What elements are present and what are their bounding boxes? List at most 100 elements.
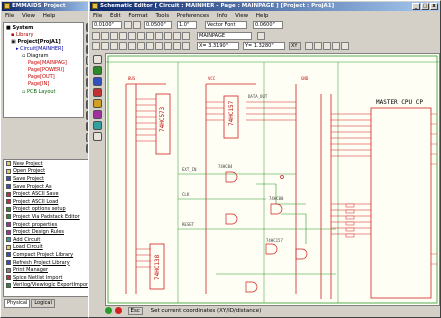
junction-icon[interactable] [101, 42, 109, 50]
action-item[interactable]: Spice Netlist Import [4, 274, 95, 282]
status-ok-icon[interactable] [105, 307, 112, 314]
tree-pcb-layout[interactable]: ▫ PCB Layout [22, 89, 56, 95]
minimize-button[interactable]: _ [412, 3, 420, 10]
tab-physical[interactable]: Physical [4, 299, 31, 308]
port-icon[interactable] [110, 42, 118, 50]
text-size-field[interactable]: 0.0600" [253, 21, 283, 29]
chip-master-cpu[interactable] [370, 107, 432, 299]
tree-page-main[interactable]: Page[MAINPAG] [28, 60, 67, 66]
action-item[interactable]: Open Project [4, 168, 95, 176]
action-item[interactable]: Save Project As [4, 183, 95, 191]
editor-menu-file[interactable]: File [93, 13, 102, 19]
close-button[interactable]: x [430, 3, 438, 10]
action-item[interactable]: Verilog/Viewlogic ExportImport [4, 282, 95, 290]
place-label-icon[interactable] [93, 99, 102, 108]
circle-icon[interactable] [146, 42, 154, 50]
action-item[interactable]: Project options setup [4, 206, 95, 214]
coord-x-field[interactable]: X= 3.3190" [197, 42, 239, 50]
fit-icon[interactable] [314, 42, 322, 50]
undo-icon[interactable] [155, 32, 163, 40]
font-field[interactable]: Vector Font [205, 21, 247, 29]
action-item[interactable]: Add Circuit [4, 236, 95, 244]
place-power-icon[interactable] [93, 110, 102, 119]
menu-help[interactable]: Help [43, 13, 56, 19]
draw-bus-icon[interactable] [93, 77, 102, 86]
select-icon[interactable] [93, 55, 102, 64]
maximize-button[interactable]: □ [421, 3, 429, 10]
align-icon[interactable] [164, 42, 172, 50]
tree-system[interactable]: ■ System [6, 25, 33, 31]
editor-menu-tools[interactable]: Tools [156, 13, 170, 19]
net-label-clk: CLK [182, 192, 190, 197]
pin-icon[interactable] [92, 42, 100, 50]
tree-page-in[interactable]: Page[IN] [28, 81, 49, 87]
coord-y-field[interactable]: Y= 1.3280" [243, 42, 285, 50]
refresh-icon[interactable] [257, 32, 265, 40]
xy-button[interactable]: XY [289, 42, 301, 50]
editor-menu-format[interactable]: Format [128, 13, 147, 19]
menu-file[interactable]: File [5, 13, 14, 19]
print-icon[interactable] [119, 32, 127, 40]
tree-page-power[interactable]: Page[POWERI] [28, 67, 64, 73]
tree-library[interactable]: ▪ Library [11, 32, 33, 38]
tree-circuit[interactable]: ▸ Circuit[MAINHER] [16, 46, 63, 52]
copy-icon[interactable] [137, 32, 145, 40]
action-item[interactable]: Save Project [4, 175, 95, 183]
redo-icon[interactable] [164, 32, 172, 40]
action-icon [6, 260, 11, 266]
action-item[interactable]: Refresh Project Library [4, 259, 95, 267]
action-item[interactable]: Print Manager [4, 266, 95, 274]
line-width-field[interactable]: 0.0500" [144, 21, 172, 29]
gate-label-3: 74HC157 [266, 238, 283, 243]
editor-menu-view[interactable]: View [235, 13, 248, 19]
draw-line-icon[interactable] [93, 121, 102, 130]
save-icon[interactable] [110, 32, 118, 40]
action-item[interactable]: Load Circuit [4, 244, 95, 252]
editor-menu-help[interactable]: Help [256, 13, 269, 19]
editor-menu-edit[interactable]: Edit [110, 13, 121, 19]
grid-value-field[interactable]: 0.0100" [92, 21, 122, 29]
info-icon[interactable] [341, 42, 349, 50]
action-item[interactable]: Project properties [4, 221, 95, 229]
zoom-out-icon[interactable] [182, 32, 190, 40]
rect-icon[interactable] [137, 42, 145, 50]
snap-icon[interactable] [133, 21, 141, 29]
page-select[interactable]: MAINPAGE [197, 32, 252, 40]
editor-menu-preferences[interactable]: Preferences [177, 13, 209, 19]
esc-button[interactable]: Esc [127, 307, 143, 315]
grid-icon[interactable] [124, 21, 132, 29]
polygon-icon[interactable] [155, 42, 163, 50]
zoom-in-icon[interactable] [173, 32, 181, 40]
place-part-icon[interactable] [93, 88, 102, 97]
tree-diagram[interactable]: ▫ Diagram [22, 53, 48, 59]
schematic-canvas[interactable]: 74HC573 74HC157 74HC138 74HC04 74HC00 74… [105, 53, 440, 306]
action-item[interactable]: Compact Project Library [4, 251, 95, 259]
chip-u1-label: 74HC573 [159, 106, 166, 132]
new-icon[interactable] [92, 32, 100, 40]
measure-icon[interactable] [332, 42, 340, 50]
menu-view[interactable]: View [22, 13, 35, 19]
action-item[interactable]: Project Via Padstack Editor [4, 213, 95, 221]
draw-text-icon[interactable] [93, 132, 102, 141]
tree-page-out[interactable]: Page[OUT] [28, 74, 55, 80]
action-item[interactable]: Project Design Rules [4, 228, 95, 236]
center-icon[interactable] [323, 42, 331, 50]
pan-icon[interactable] [305, 42, 313, 50]
cut-icon[interactable] [128, 32, 136, 40]
editor-menu-info[interactable]: Info [217, 13, 227, 19]
action-label: Project ASCII Load [13, 198, 59, 205]
power-icon[interactable] [119, 42, 127, 50]
paste-icon[interactable] [146, 32, 154, 40]
tree-project[interactable]: ▣ Project[ProjA1] [11, 39, 61, 45]
action-item[interactable]: Project ASCII Load [4, 198, 95, 206]
ground-icon[interactable] [128, 42, 136, 50]
action-item[interactable]: Project ASCII Save [4, 190, 95, 198]
mirror-icon[interactable] [182, 42, 190, 50]
tab-logical[interactable]: Logical [31, 299, 55, 308]
rotate-icon[interactable] [173, 42, 181, 50]
angle-field[interactable]: 1.0" [177, 21, 197, 29]
status-stop-icon[interactable] [114, 307, 122, 314]
draw-wire-icon[interactable] [93, 66, 102, 75]
action-item[interactable]: New Project [4, 160, 95, 168]
open-icon[interactable] [101, 32, 109, 40]
